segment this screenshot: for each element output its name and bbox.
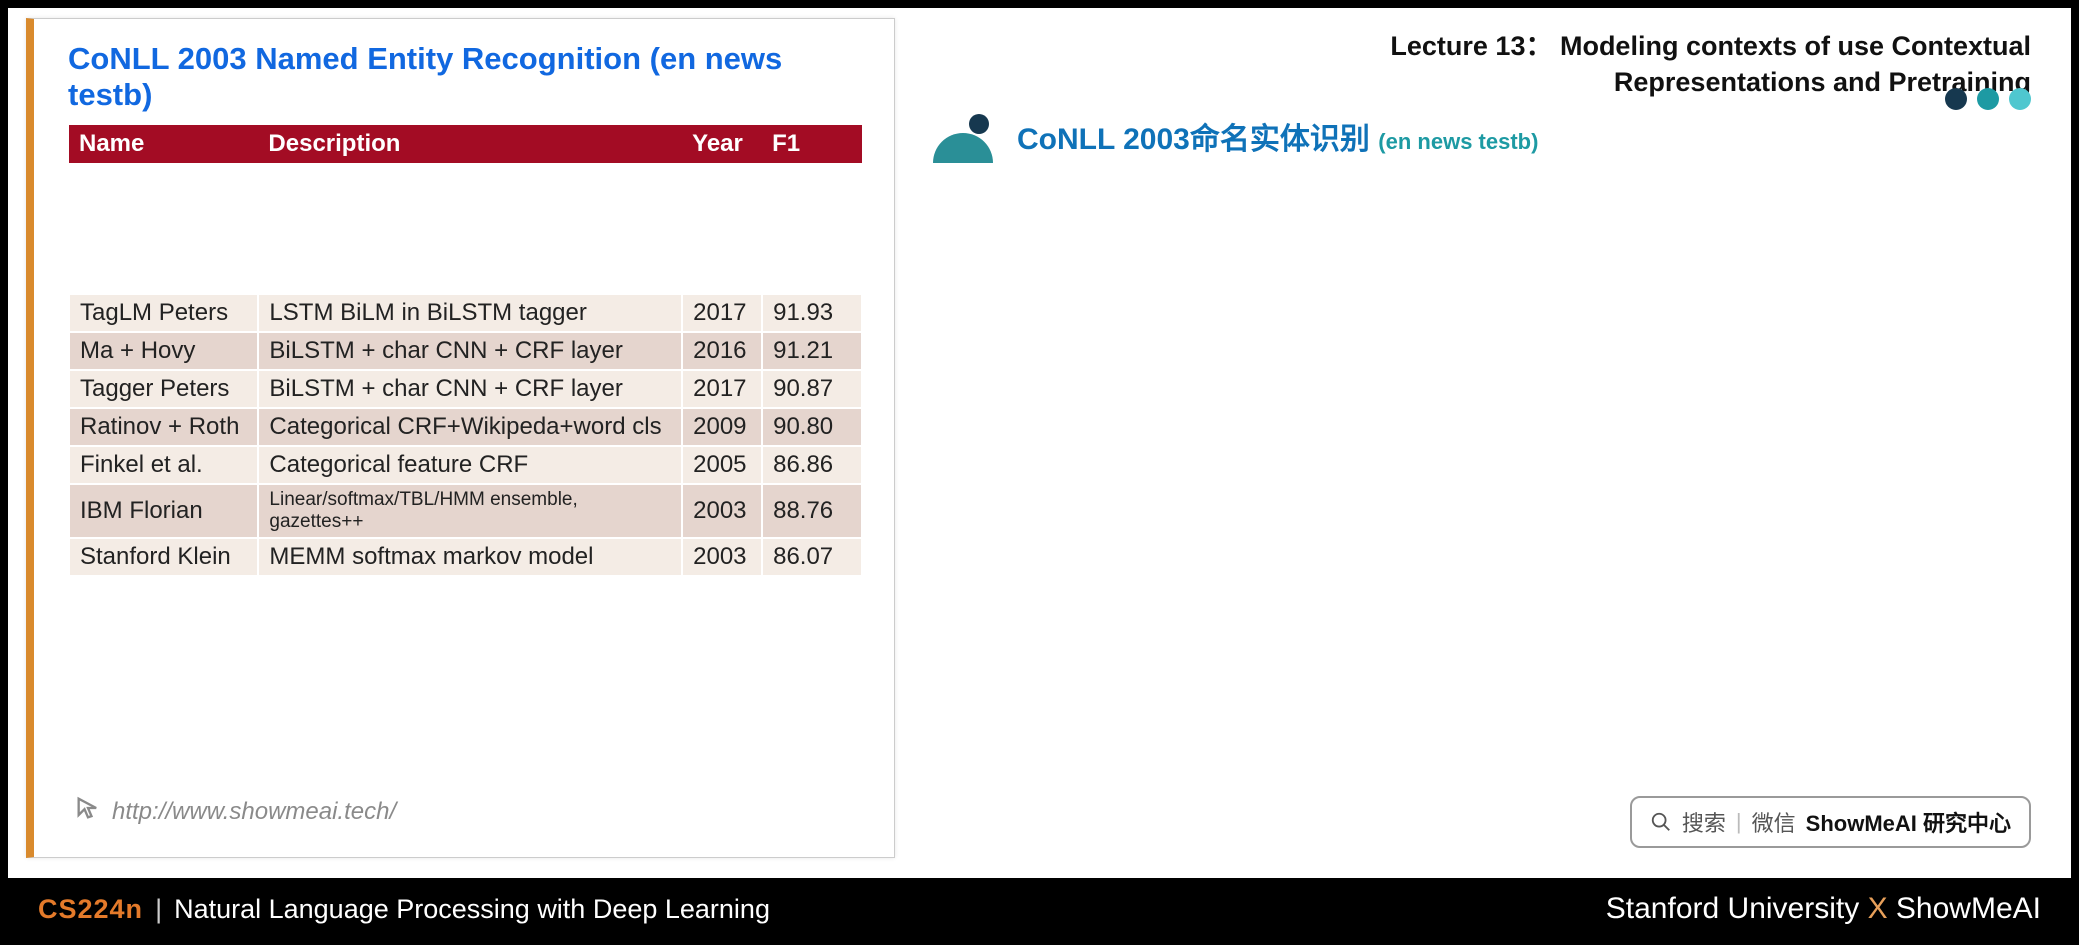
decorative-dots: [1945, 88, 2031, 110]
table-cell: 91.93: [762, 294, 862, 332]
table-cell: 2003: [682, 538, 762, 576]
table-row: TagLM PetersLSTM BiLM in BiLSTM tagger20…: [69, 294, 862, 332]
lecture-title-line2: Representations and Pretraining: [953, 64, 2031, 100]
table-row: Ratinov + RothCategorical CRF+Wikipeda+w…: [69, 408, 862, 446]
search-box[interactable]: 搜索 | 微信 ShowMeAI 研究中心: [1630, 796, 2031, 848]
search-source-label: 微信: [1752, 806, 1796, 838]
table-cell: Stanford Klein: [69, 538, 258, 576]
search-divider: |: [1736, 809, 1742, 835]
table-cell: 86.86: [762, 446, 862, 484]
table-cell: 2017: [682, 294, 762, 332]
dot-dark: [1945, 88, 1967, 110]
bottom-bar: CS224n | Natural Language Processing wit…: [8, 881, 2071, 937]
table-cell: Finkel et al.: [69, 446, 258, 484]
table-cell: LSTM BiLM in BiLSTM tagger: [258, 294, 682, 332]
table-cell: 90.87: [762, 370, 862, 408]
cursor-icon: [74, 794, 102, 829]
search-placeholder: 搜索: [1682, 806, 1726, 838]
bottom-right: Stanford University X ShowMeAI: [1606, 892, 2041, 926]
header-year: Year: [682, 125, 762, 164]
table-cell: Ma + Hovy: [69, 332, 258, 370]
dot-light: [2009, 88, 2031, 110]
table-row: Ma + HovyBiLSTM + char CNN + CRF layer20…: [69, 332, 862, 370]
bar-separator: |: [155, 894, 162, 925]
header-name: Name: [69, 125, 258, 164]
table-cell: Ratinov + Roth: [69, 408, 258, 446]
right-pane: Lecture 13： Modeling contexts of use Con…: [913, 8, 2071, 878]
table-header-row: Name Description Year F1: [69, 125, 862, 164]
table-cell: BiLSTM + char CNN + CRF layer: [258, 370, 682, 408]
table-row: IBM FlorianLinear/softmax/TBL/HMM ensemb…: [69, 484, 862, 538]
table-cell: IBM Florian: [69, 484, 258, 538]
x-separator: X: [1868, 892, 1888, 925]
search-strong: ShowMeAI 研究中心: [1806, 806, 2011, 838]
section-title-sub: (en news testb): [1378, 129, 1538, 154]
table-cell: Categorical CRF+Wikipeda+word cls: [258, 408, 682, 446]
section-title-main: CoNLL 2003命名实体识别: [1017, 123, 1370, 156]
table-row: Finkel et al.Categorical feature CRF2005…: [69, 446, 862, 484]
table-row: Tagger PetersBiLSTM + char CNN + CRF lay…: [69, 370, 862, 408]
table-cell: Linear/softmax/TBL/HMM ensemble, gazette…: [258, 484, 682, 538]
table-cell: 91.21: [762, 332, 862, 370]
table-cell: 86.07: [762, 538, 862, 576]
slide-footer: http://www.showmeai.tech/: [74, 794, 396, 829]
section-text-wrap: CoNLL 2003命名实体识别 (en news testb): [1017, 114, 1538, 158]
header-description: Description: [258, 125, 682, 164]
left-pane: CoNLL 2003 Named Entity Recognition (en …: [8, 8, 913, 878]
ner-table: Name Description Year F1 TagLM PetersLST…: [68, 125, 863, 577]
section-heading: CoNLL 2003命名实体识别 (en news testb): [933, 108, 2031, 163]
slide-canvas: CoNLL 2003 Named Entity Recognition (en …: [8, 8, 2071, 878]
table-cell: BiLSTM + char CNN + CRF layer: [258, 332, 682, 370]
table-cell: 2005: [682, 446, 762, 484]
header-f1: F1: [762, 125, 862, 164]
section-icon: [933, 108, 1003, 163]
table-cell: Categorical feature CRF: [258, 446, 682, 484]
table-cell: 2017: [682, 370, 762, 408]
table-cell: 2016: [682, 332, 762, 370]
footer-url-text: http://www.showmeai.tech/: [112, 798, 396, 826]
course-name: Natural Language Processing with Deep Le…: [174, 894, 770, 925]
slide-title: CoNLL 2003 Named Entity Recognition (en …: [68, 41, 860, 113]
lecture-title: Lecture 13： Modeling contexts of use Con…: [953, 28, 2031, 101]
table-cell: 90.80: [762, 408, 862, 446]
dot-teal: [1977, 88, 1999, 110]
embedded-slide: CoNLL 2003 Named Entity Recognition (en …: [26, 18, 895, 858]
table-cell: 88.76: [762, 484, 862, 538]
org-left: Stanford University: [1606, 892, 1859, 925]
course-code: CS224n: [38, 894, 143, 925]
search-icon: [1650, 811, 1672, 833]
table-cell: Tagger Peters: [69, 370, 258, 408]
lecture-title-line1: Lecture 13： Modeling contexts of use Con…: [953, 28, 2031, 64]
bottom-left: CS224n | Natural Language Processing wit…: [38, 894, 770, 925]
table-cell: 2009: [682, 408, 762, 446]
table-spacer: [69, 164, 862, 294]
table-cell: 2003: [682, 484, 762, 538]
table-row: Stanford KleinMEMM softmax markov model2…: [69, 538, 862, 576]
table-cell: MEMM softmax markov model: [258, 538, 682, 576]
org-right: ShowMeAI: [1896, 892, 2041, 925]
table-cell: TagLM Peters: [69, 294, 258, 332]
